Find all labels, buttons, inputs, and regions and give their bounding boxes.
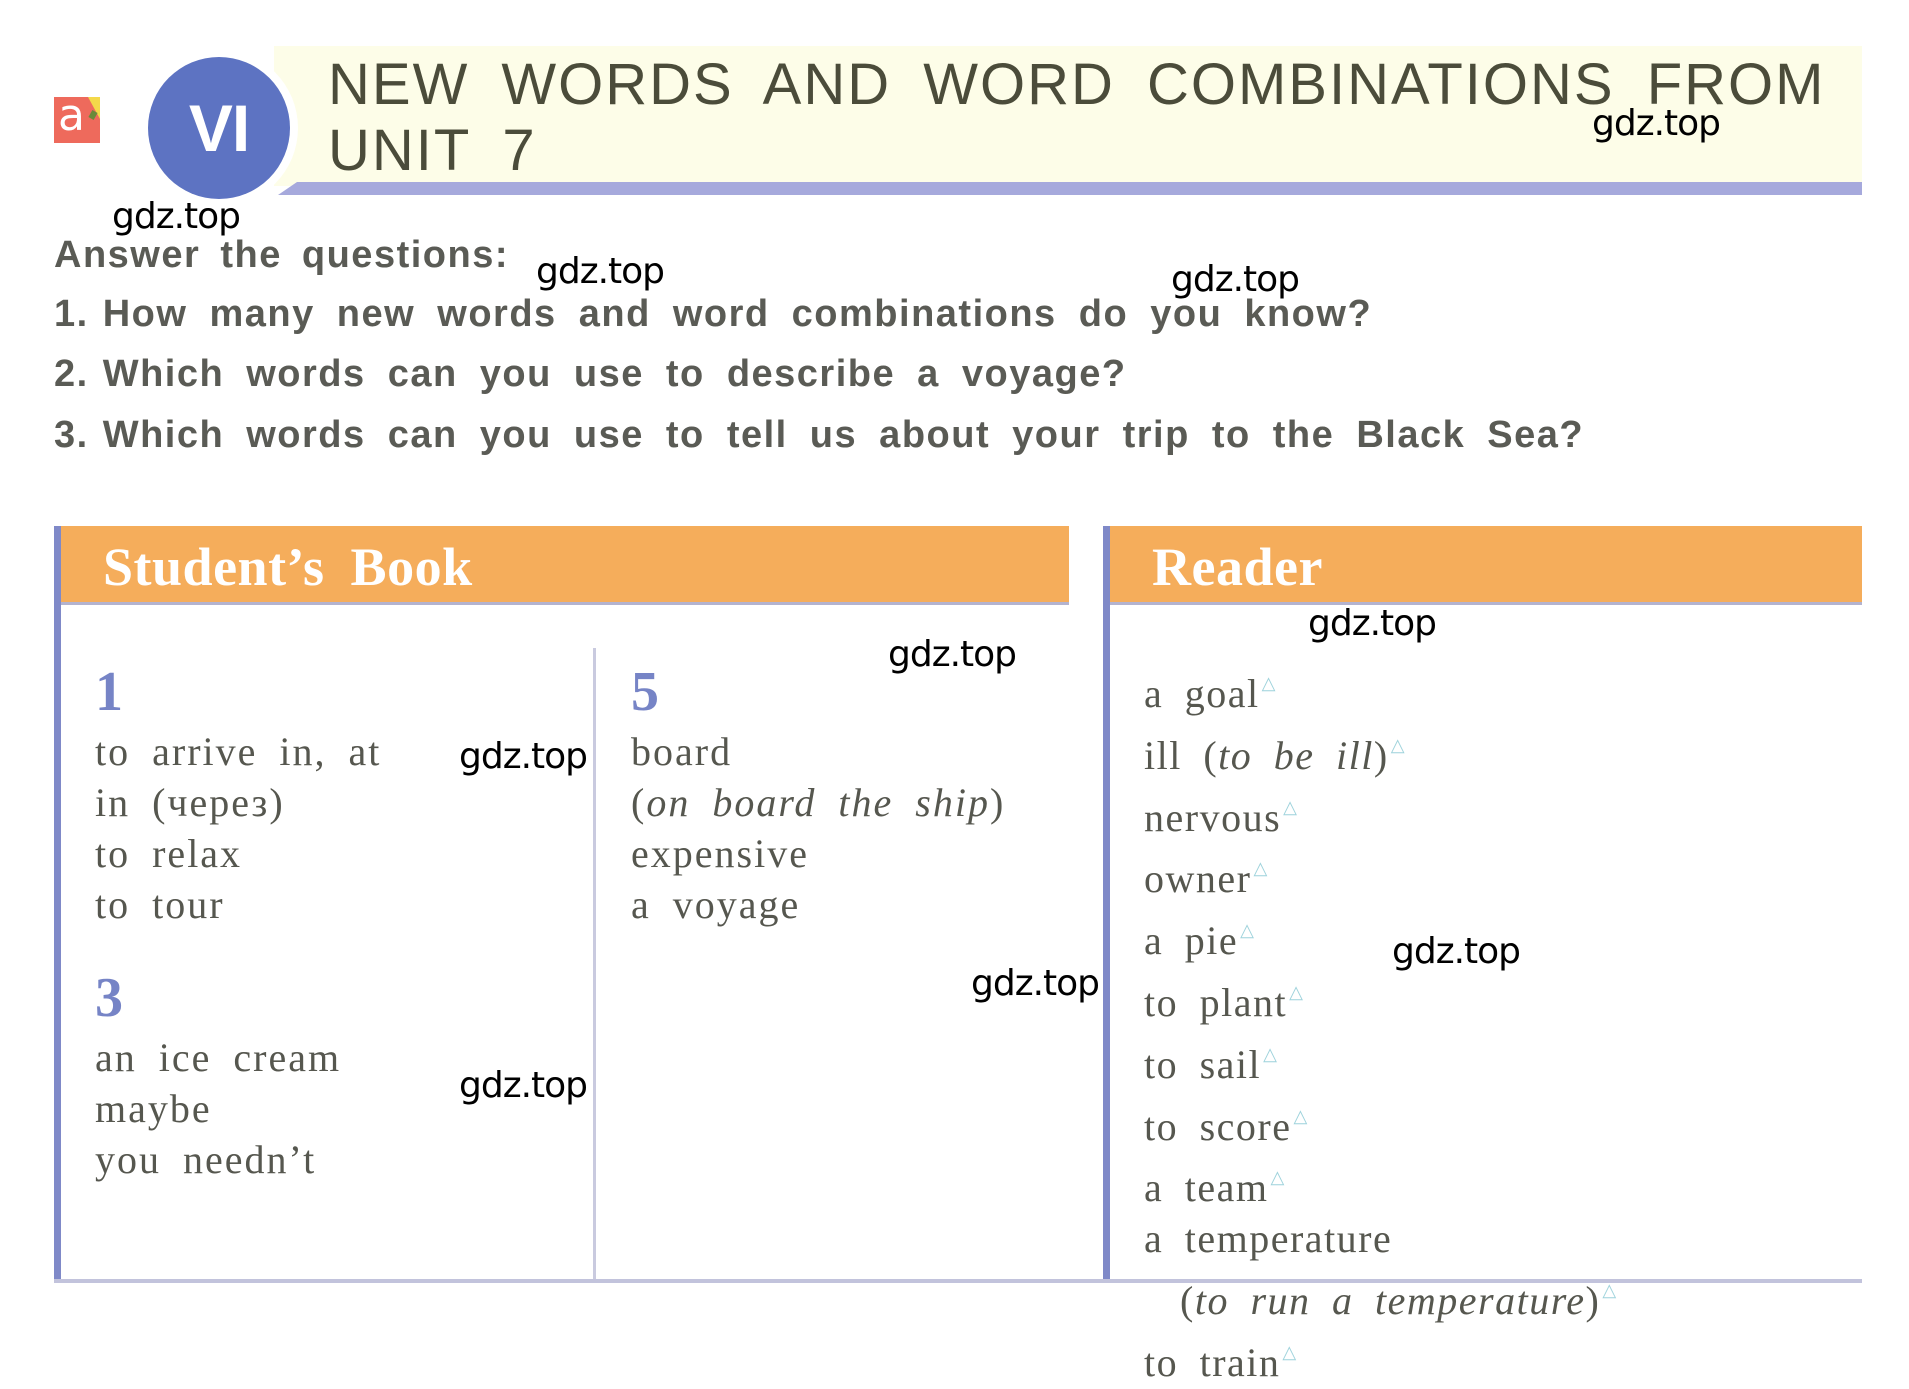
bottom-rule [54, 1279, 1862, 1283]
reader-word-item: owner △ [1144, 843, 1616, 905]
section-1: 1 to arrive in, at in (через) to relax t… [95, 664, 381, 930]
triangle-marker-icon: △ [1283, 796, 1297, 817]
word-text: a goal [1144, 671, 1260, 716]
word-item: in (через) [95, 780, 285, 825]
word-item: board [631, 729, 733, 774]
paren-close: ) [1585, 1277, 1601, 1323]
reader-word-item: a temperature [1144, 1214, 1616, 1265]
italic-phrase: to run a temperature [1194, 1277, 1586, 1323]
word-text: a pie [1144, 918, 1239, 964]
watermark: gdz.top [1308, 603, 1437, 644]
triangle-marker-icon: △ [1289, 981, 1303, 1002]
question-number: 1. [54, 293, 89, 335]
watermark: gdz.top [536, 251, 665, 292]
page-title-line-2: UNIT 7 [328, 118, 537, 183]
word-item: to tour [95, 882, 225, 927]
word-item-phrase: (on board the ship) [631, 777, 1005, 828]
triangle-marker-icon: △ [1390, 734, 1405, 755]
word-text: nervous [1144, 794, 1282, 840]
publisher-logo: a [54, 97, 100, 143]
paren-open: ( [631, 780, 647, 825]
word-text: to score [1144, 1103, 1292, 1149]
triangle-marker-icon: △ [1293, 1105, 1308, 1126]
paren-open: ( [1180, 1277, 1195, 1323]
paren-close: ) [1373, 732, 1389, 778]
word-item: to arrive in, at [95, 729, 382, 774]
question-item: 2. Which words can you use to describe a … [54, 353, 1127, 396]
watermark: gdz.top [1592, 103, 1721, 144]
word-text: a temperature [1144, 1216, 1393, 1262]
watermark: gdz.top [112, 196, 241, 237]
watermark: gdz.top [459, 736, 588, 777]
word-text: to sail [1144, 1041, 1262, 1087]
reader-word-item: to plant △ [1144, 967, 1616, 1029]
watermark: gdz.top [888, 634, 1017, 675]
triangle-marker-icon: △ [1270, 1167, 1285, 1188]
question-item: 3. Which words can you use to tell us abo… [54, 414, 1584, 457]
questions-intro: Answer the questions: [54, 234, 509, 276]
watermark: gdz.top [1171, 259, 1300, 300]
reader-header: Reader [1110, 526, 1862, 605]
section-3: 3 an ice cream maybe you needn’t [95, 970, 341, 1185]
section-number: 3 [95, 967, 123, 1029]
reader-word-item: to sail △ [1144, 1029, 1616, 1091]
word-item: an ice cream [95, 1035, 342, 1080]
logo-letter: a [58, 97, 85, 141]
triangle-marker-icon: △ [1240, 920, 1254, 941]
watermark: gdz.top [459, 1065, 588, 1106]
word-item: expensive [631, 831, 809, 876]
word-item: to relax [95, 831, 243, 876]
unit-badge-label: VI [188, 91, 250, 165]
word-text: to train [1144, 1339, 1281, 1385]
word-text: to plant [1144, 979, 1288, 1025]
paren-open: ( [1203, 732, 1219, 778]
paren-close: ) [989, 780, 1006, 825]
question-text: Which words can you use to tell us about… [102, 414, 1585, 456]
students-book-header: Student’s Book [61, 526, 1069, 605]
title-underline-bar [278, 182, 1862, 195]
column-divider [593, 648, 596, 1282]
reader-word-item: to score △ [1144, 1091, 1616, 1153]
section-5: 5 board (on board the ship) expensive a … [631, 664, 1005, 930]
reader-word-item: a goal △ [1144, 658, 1616, 720]
question-text: Which words can you use to describe a vo… [102, 353, 1127, 395]
question-number: 3. [54, 414, 89, 456]
triangle-marker-icon: △ [1282, 1341, 1297, 1362]
triangle-marker-icon: △ [1263, 1043, 1278, 1064]
students-book-title: Student’s Book [103, 537, 473, 597]
reader-word-item: a team △ [1144, 1152, 1616, 1214]
triangle-marker-icon: △ [1253, 858, 1268, 879]
triangle-marker-icon: △ [1261, 673, 1276, 693]
word-text: owner [1144, 856, 1252, 902]
word-text: a team [1144, 1165, 1269, 1211]
unit-badge: VI [148, 57, 290, 199]
reader-word-item: ill (to be ill) △ [1144, 720, 1616, 782]
italic-phrase: on board the ship [646, 780, 990, 825]
triangle-marker-icon: △ [1602, 1279, 1617, 1300]
reader-word-item: nervous △ [1144, 782, 1616, 844]
word-text: ill [1144, 732, 1204, 778]
reader-word-item: (to run a temperature) △ [1144, 1265, 1616, 1327]
word-item: maybe [95, 1086, 212, 1131]
word-item: you needn’t [95, 1137, 317, 1182]
reader-word-item: a pie △ [1144, 905, 1616, 967]
reader-title: Reader [1152, 537, 1323, 597]
section-number: 1 [95, 661, 123, 723]
question-number: 2. [54, 353, 89, 395]
watermark: gdz.top [1392, 931, 1521, 972]
reader-word-item: to train △ [1144, 1327, 1616, 1389]
watermark: gdz.top [971, 963, 1100, 1004]
word-item: a voyage [631, 882, 801, 927]
italic-phrase: to be ill [1218, 732, 1374, 778]
